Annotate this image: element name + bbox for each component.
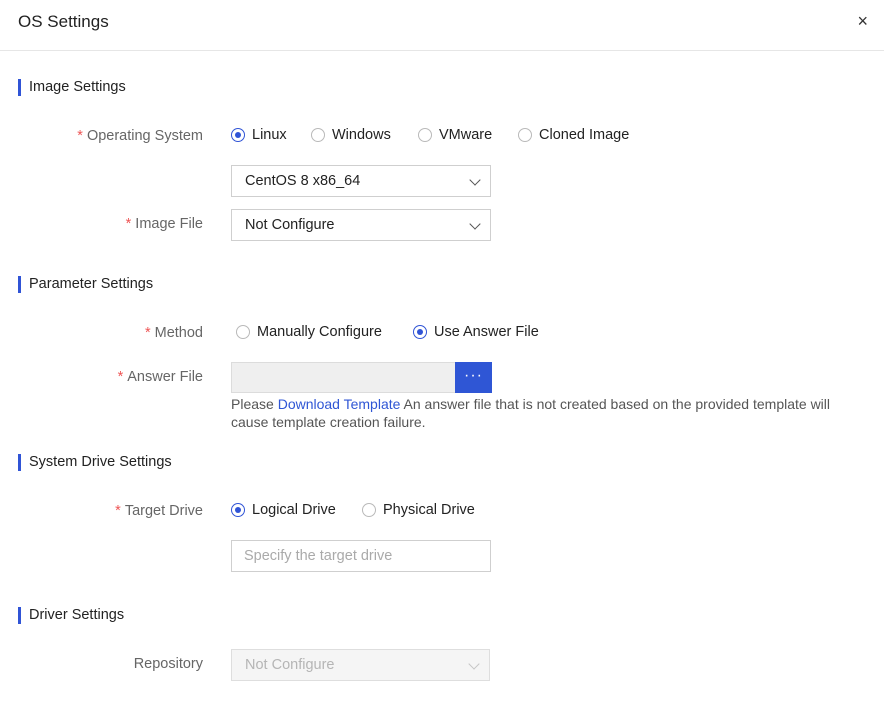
required-mark: * [144,325,151,341]
radio-circle [362,503,376,517]
os-radio-cloned-image[interactable]: Cloned Image [518,127,629,143]
method-radio-manually-configure[interactable]: Manually Configure [236,324,382,340]
repository-value: Not Configure [245,657,335,673]
os-version-value: CentOS 8 x86_64 [245,173,361,189]
os-radio-windows[interactable]: Windows [311,127,391,143]
os-radio-linux[interactable]: Linux [231,127,287,143]
section-title-parameter-settings: Parameter Settings [18,276,153,293]
dialog-title: OS Settings [18,12,109,31]
browse-file-button[interactable]: ··· [455,362,492,393]
answer-file-label-text: Answer File [127,369,203,385]
required-mark: * [117,369,124,385]
os-version-select[interactable]: CentOS 8 x86_64 [231,165,491,197]
radio-circle-checked [231,128,245,142]
dialog-header: OS Settings × [0,0,884,51]
required-mark: * [125,216,132,232]
operating-system-label: * Operating System [77,128,203,144]
method-radio-use-answer-file[interactable]: Use Answer File [413,324,539,340]
radio-circle [311,128,325,142]
target-option-label: Logical Drive [252,502,336,518]
target-radio-logical-drive[interactable]: Logical Drive [231,502,336,518]
repository-select: Not Configure [231,649,490,681]
section-title-system-drive-settings: System Drive Settings [18,454,172,471]
radio-circle-checked [413,325,427,339]
method-option-label: Use Answer File [434,324,539,340]
image-file-value: Not Configure [245,217,335,233]
chevron-down-icon [468,658,480,670]
radio-circle [236,325,250,339]
target-radio-physical-drive[interactable]: Physical Drive [362,502,475,518]
image-file-label: * Image File [126,216,203,232]
target-drive-label: * Target Drive [115,503,203,519]
radio-circle [518,128,532,142]
radio-circle-checked [231,503,245,517]
chevron-down-icon [469,174,481,186]
answer-file-input[interactable] [231,362,456,393]
answer-file-hint: Please Download Template An answer file … [231,395,871,431]
radio-circle [418,128,432,142]
os-option-label: VMware [439,127,493,143]
target-drive-label-text: Target Drive [124,503,203,519]
image-file-select[interactable]: Not Configure [231,209,491,241]
repository-label: Repository [133,656,203,672]
required-mark: * [115,503,121,519]
target-drive-input[interactable] [231,540,491,572]
required-mark: * [77,128,83,144]
os-option-label: Cloned Image [539,127,630,143]
os-option-label: Windows [332,127,391,143]
hint-prefix: Please [231,396,278,412]
section-title-image-settings: Image Settings [18,79,126,96]
operating-system-label-text: Operating System [86,128,203,144]
method-label: * Method [145,325,203,341]
chevron-down-icon [469,218,481,230]
download-template-link[interactable]: Download Template [278,396,401,412]
answer-file-label: * Answer File [118,369,203,385]
close-icon[interactable]: × [857,11,868,31]
method-label-text: Method [154,325,203,341]
method-option-label: Manually Configure [257,324,382,340]
os-radio-vmware[interactable]: VMware [418,127,492,143]
section-title-driver-settings: Driver Settings [18,607,124,624]
image-file-label-text: Image File [135,216,203,232]
target-option-label: Physical Drive [383,502,475,518]
os-option-label: Linux [252,127,287,143]
